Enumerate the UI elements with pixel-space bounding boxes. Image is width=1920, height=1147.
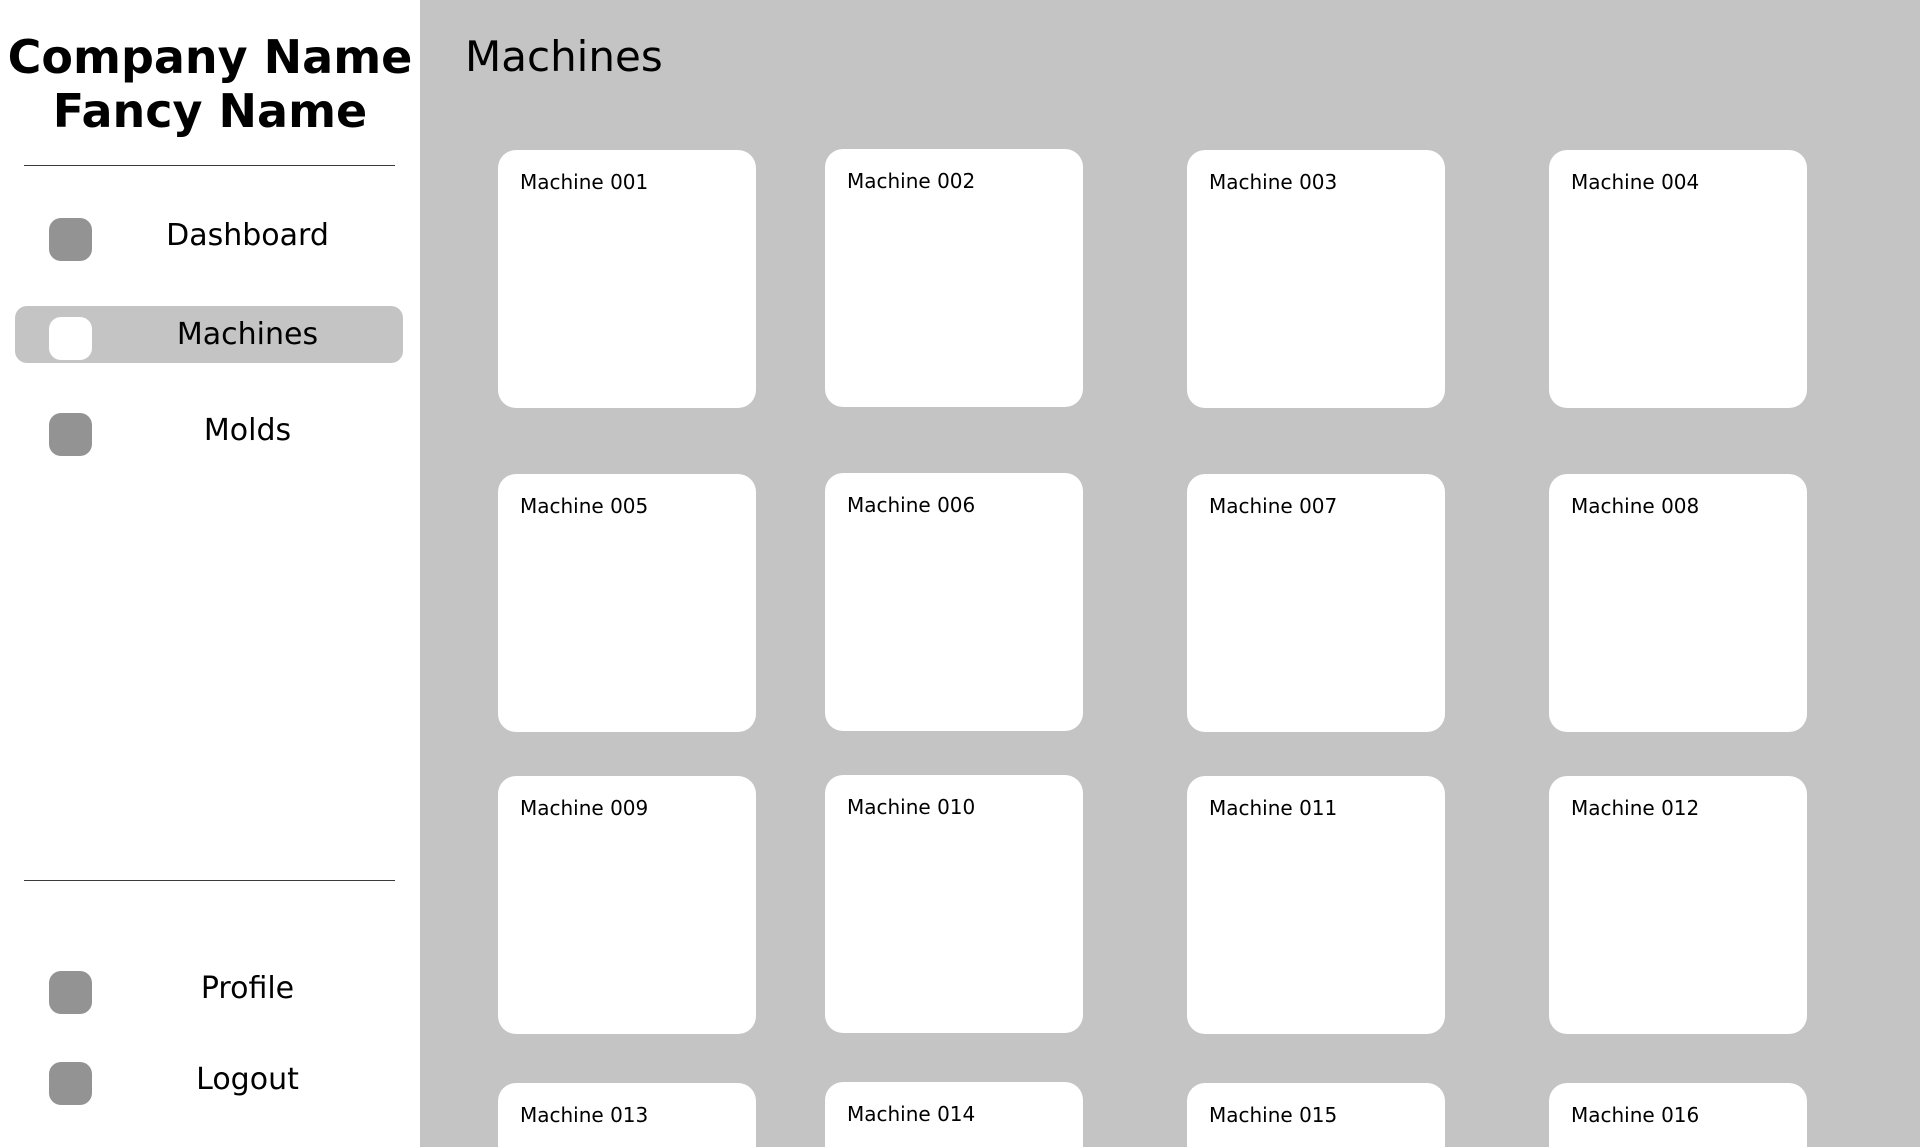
- machine-card[interactable]: Machine 007: [1187, 474, 1445, 732]
- sidebar-item-logout[interactable]: Logout: [15, 1051, 403, 1108]
- machine-card-label: Machine 014: [847, 1102, 976, 1126]
- sidebar-item-machines[interactable]: Machines: [15, 306, 403, 363]
- dashboard-icon: [49, 218, 92, 261]
- sidebar-item-label: Profile: [200, 971, 295, 1006]
- machine-card-label: Machine 004: [1571, 170, 1700, 194]
- machine-card-label: Machine 003: [1209, 170, 1338, 194]
- app-window: Company Name Fancy Name Dashboard Machin…: [0, 0, 1920, 1147]
- sidebar-item-dashboard[interactable]: Dashboard: [15, 207, 403, 264]
- sidebar-item-label: Machines: [176, 317, 319, 352]
- sidebar-item-molds[interactable]: Molds: [15, 402, 403, 459]
- sidebar-item-profile[interactable]: Profile: [15, 960, 403, 1017]
- machine-card-label: Machine 008: [1571, 494, 1700, 518]
- brand-title: Company Name Fancy Name: [0, 30, 420, 138]
- machine-card[interactable]: Machine 011: [1187, 776, 1445, 1034]
- sidebar: Company Name Fancy Name Dashboard Machin…: [0, 0, 420, 1147]
- sidebar-divider-bottom: [24, 880, 395, 881]
- machine-card-label: Machine 012: [1571, 796, 1700, 820]
- machine-card-label: Machine 005: [520, 494, 649, 518]
- machine-card-label: Machine 010: [847, 795, 976, 819]
- sidebar-divider-top: [24, 165, 395, 166]
- machine-card-label: Machine 001: [520, 170, 649, 194]
- brand-line-company: Company Name: [7, 30, 413, 84]
- machine-card-label: Machine 006: [847, 493, 976, 517]
- logout-icon: [49, 1062, 92, 1105]
- machine-card[interactable]: Machine 008: [1549, 474, 1807, 732]
- sidebar-item-label: Dashboard: [166, 218, 329, 253]
- machine-card[interactable]: Machine 001: [498, 150, 756, 408]
- machine-card[interactable]: Machine 006: [825, 473, 1083, 731]
- main-content: Machines Machine 001 Machine 002 Machine…: [420, 0, 1920, 1147]
- page-title: Machines: [465, 32, 663, 81]
- machine-card[interactable]: Machine 010: [825, 775, 1083, 1033]
- machine-card[interactable]: Machine 009: [498, 776, 756, 1034]
- machine-card[interactable]: Machine 015: [1187, 1083, 1445, 1147]
- molds-icon: [49, 413, 92, 456]
- machine-card[interactable]: Machine 005: [498, 474, 756, 732]
- machine-card-label: Machine 013: [520, 1103, 649, 1127]
- profile-icon: [49, 971, 92, 1014]
- machine-card-label: Machine 011: [1209, 796, 1338, 820]
- brand-line-fancy: Fancy Name: [52, 84, 368, 138]
- machine-card[interactable]: Machine 014: [825, 1082, 1083, 1147]
- machines-icon: [49, 317, 92, 360]
- machine-card-label: Machine 007: [1209, 494, 1338, 518]
- sidebar-item-label: Logout: [196, 1062, 299, 1097]
- machine-card[interactable]: Machine 003: [1187, 150, 1445, 408]
- machine-card[interactable]: Machine 013: [498, 1083, 756, 1147]
- machine-card[interactable]: Machine 002: [825, 149, 1083, 407]
- machine-card-label: Machine 009: [520, 796, 649, 820]
- machine-card[interactable]: Machine 012: [1549, 776, 1807, 1034]
- machine-card[interactable]: Machine 004: [1549, 150, 1807, 408]
- machine-card-label: Machine 016: [1571, 1103, 1700, 1127]
- machine-card-label: Machine 002: [847, 169, 976, 193]
- machine-card-label: Machine 015: [1209, 1103, 1338, 1127]
- sidebar-item-label: Molds: [203, 413, 292, 448]
- machine-card[interactable]: Machine 016: [1549, 1083, 1807, 1147]
